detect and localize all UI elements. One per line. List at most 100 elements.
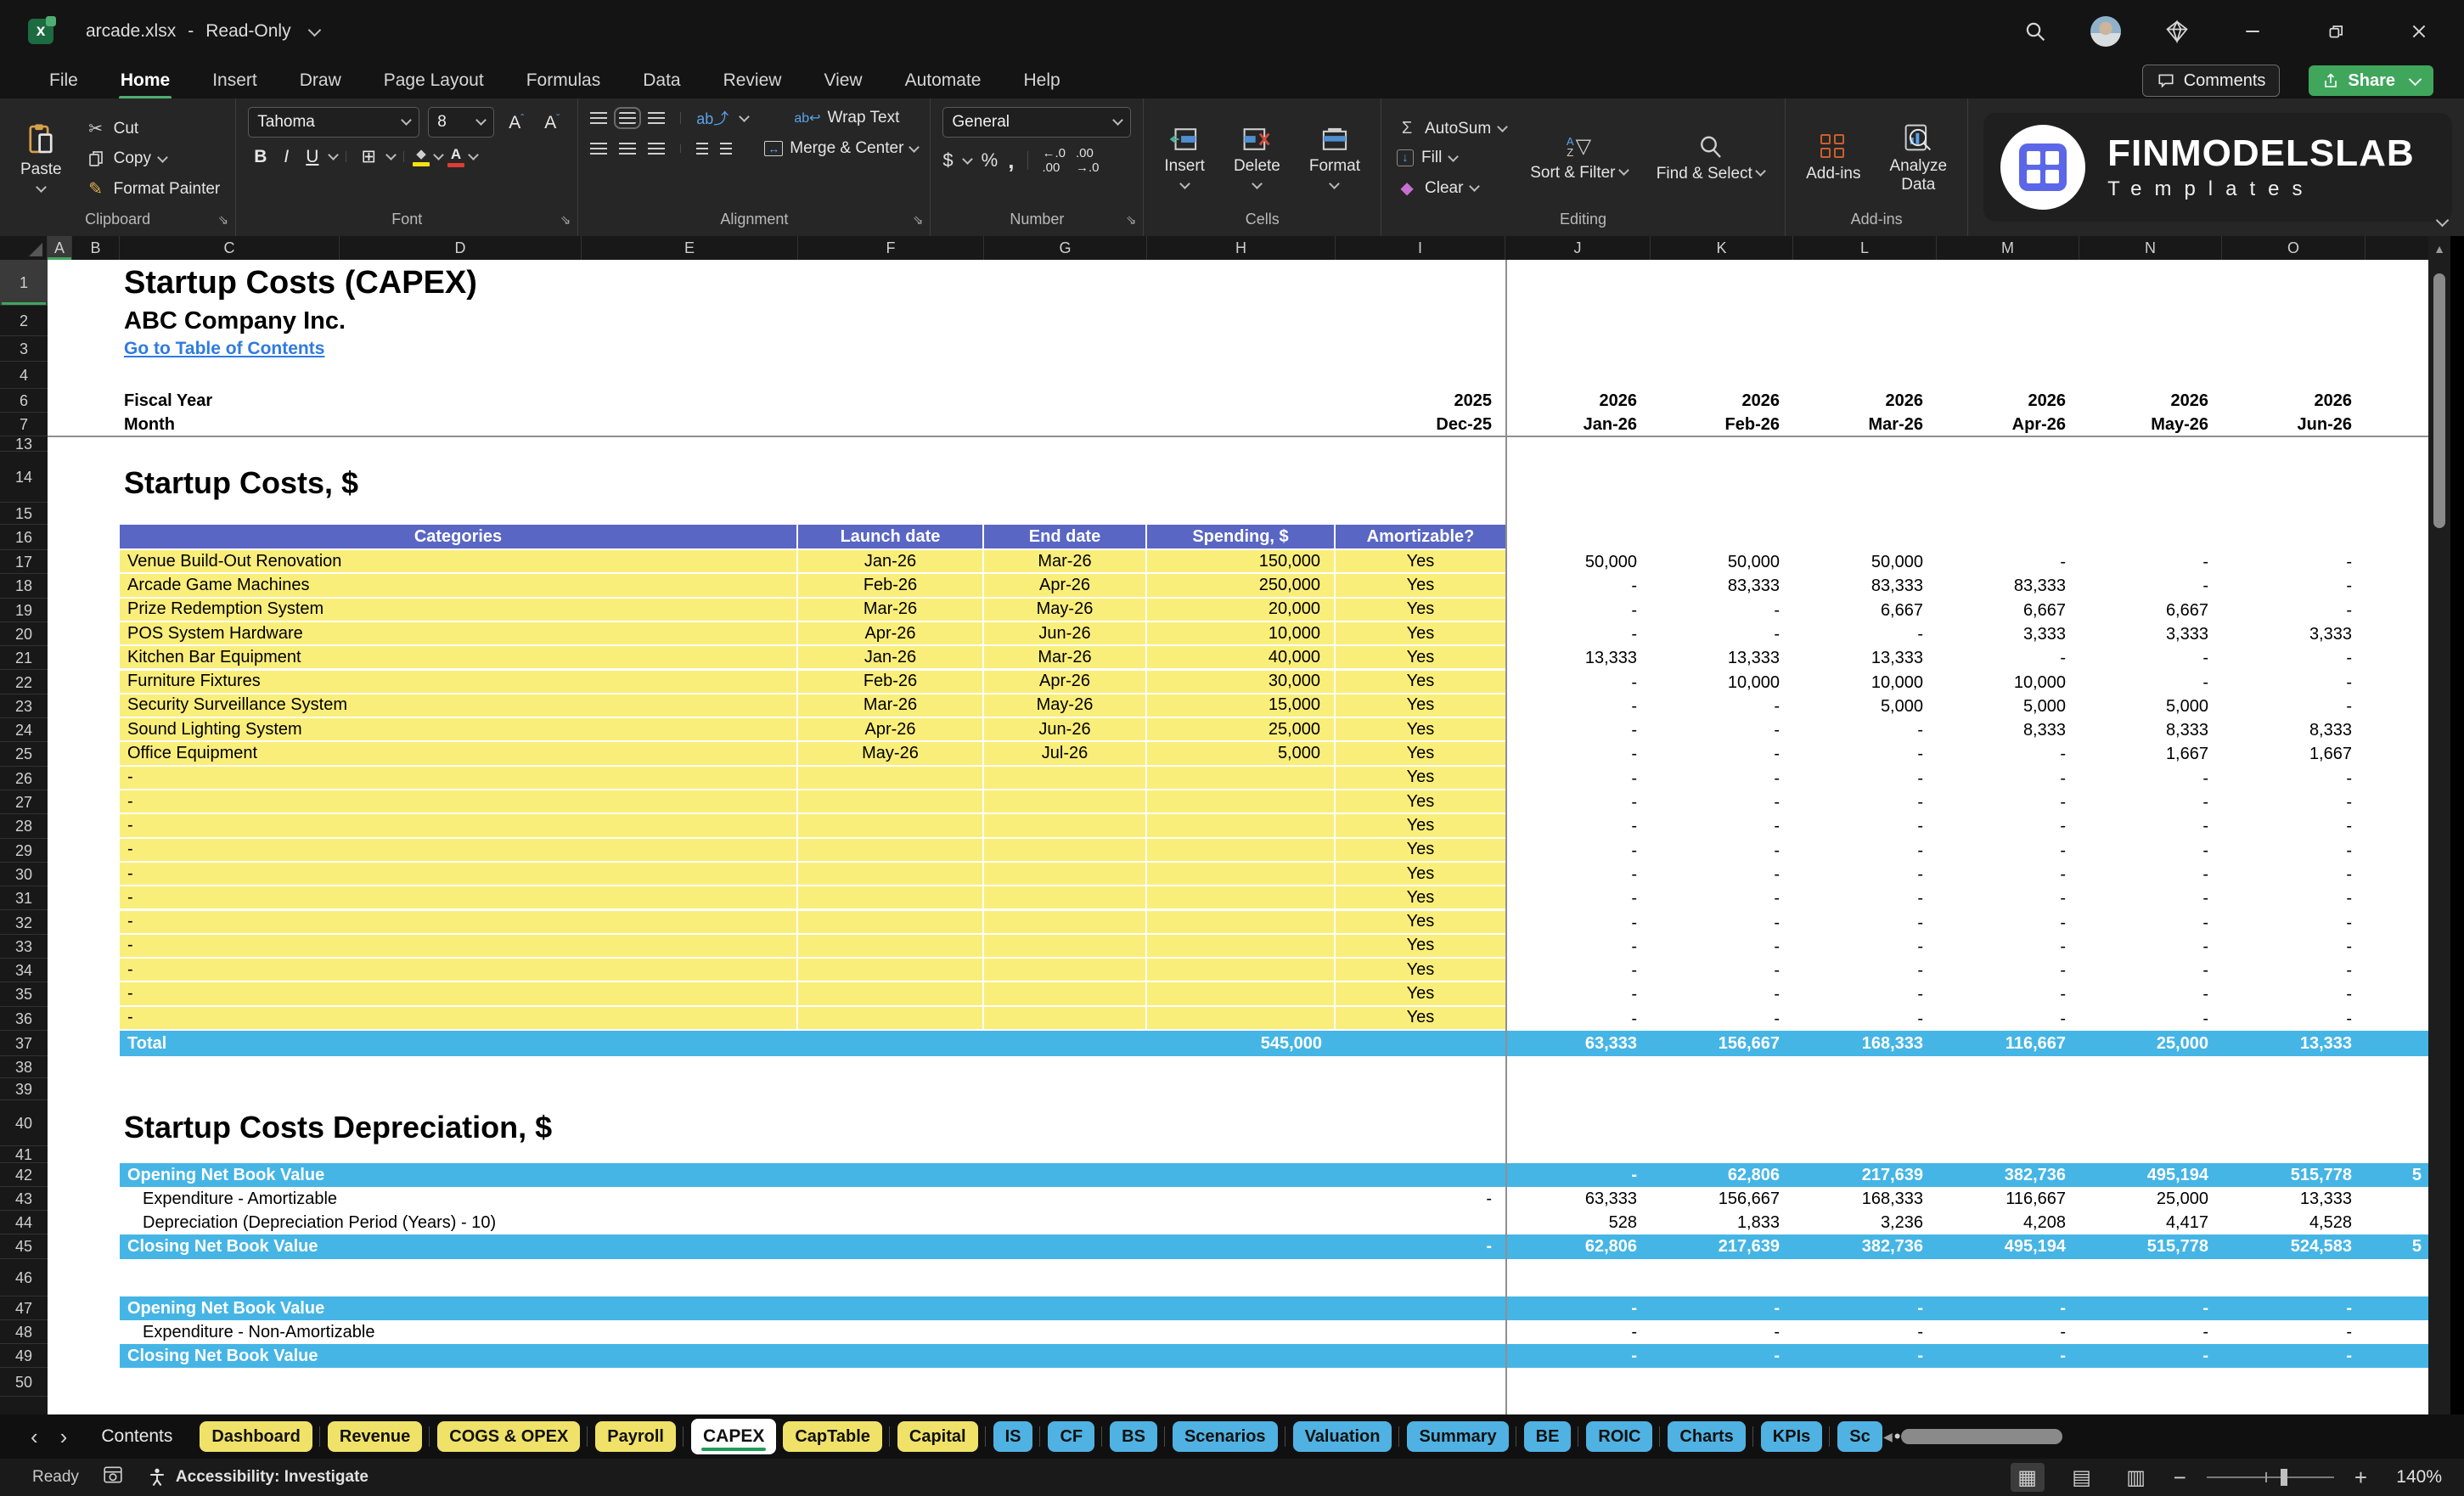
row-header-49[interactable]: 49	[0, 1344, 48, 1368]
monthly-spend-cell[interactable]: -	[1937, 911, 2066, 935]
monthly-spend-cell[interactable]: -	[1505, 574, 1637, 598]
capex-table-cell[interactable]: Prize Redemption System	[120, 599, 798, 622]
normal-view-button[interactable]: ▦	[2011, 1463, 2045, 1492]
section-title-startup-costs[interactable]: Startup Costs, $	[124, 464, 888, 503]
capex-table-cell[interactable]: Yes	[1336, 767, 1505, 790]
capex-table-cell[interactable]	[1147, 959, 1336, 982]
depreciation-value-cell[interactable]: 63,333	[1505, 1187, 1637, 1211]
depreciation-value-cell[interactable]: -	[1937, 1344, 2066, 1368]
row-header-34[interactable]: 34	[0, 959, 48, 982]
monthly-spend-cell[interactable]: 13,333	[1651, 646, 1780, 670]
sheet-tab-dashboard[interactable]: Dashboard	[200, 1421, 312, 1452]
capex-table-cell[interactable]: Sound Lighting System	[120, 718, 798, 742]
row-header-16[interactable]: 16	[0, 525, 48, 550]
page-break-view-button[interactable]: ▥	[2119, 1463, 2153, 1492]
sheet-tab-charts[interactable]: Charts	[1668, 1421, 1745, 1452]
format-cells-button[interactable]: Format	[1301, 123, 1369, 195]
capex-table-cell[interactable]: Yes	[1336, 959, 1505, 982]
month-value[interactable]: Jan-26	[1505, 413, 1637, 436]
capex-table-cell[interactable]: Feb-26	[798, 574, 984, 598]
capex-table-cell[interactable]: Apr-26	[798, 622, 984, 646]
total-monthly-value[interactable]: 156,667	[1651, 1031, 1780, 1056]
row-header-18[interactable]: 18	[0, 574, 48, 598]
capex-table-cell[interactable]: Mar-26	[984, 550, 1147, 574]
capex-table-cell[interactable]: Mar-26	[798, 695, 984, 718]
month-label[interactable]: Month	[124, 413, 464, 436]
capex-table-cell[interactable]: POS System Hardware	[120, 622, 798, 646]
capex-table-cell[interactable]	[984, 935, 1147, 959]
total-spending-value[interactable]: 545,000	[1147, 1031, 1322, 1056]
monthly-spend-cell[interactable]: 5,000	[2079, 695, 2208, 718]
capex-table-cell[interactable]	[984, 814, 1147, 838]
depreciation-value-cell[interactable]: -	[2222, 1344, 2352, 1368]
monthly-spend-cell[interactable]: -	[1651, 695, 1780, 718]
row-header-30[interactable]: 30	[0, 863, 48, 886]
scroll-left-arrow-icon[interactable]: ◀	[1883, 1430, 1893, 1444]
underline-button[interactable]: U	[300, 147, 324, 167]
monthly-spend-cell[interactable]: -	[1651, 935, 1780, 959]
fiscal-year-value[interactable]: 2026	[1937, 389, 2066, 413]
column-header-F[interactable]: F	[798, 236, 984, 260]
depreciation-value-cell[interactable]: 156,667	[1651, 1187, 1780, 1211]
row-header-40[interactable]: 40	[0, 1100, 48, 1146]
capex-table-cell[interactable]: Venue Build-Out Renovation	[120, 550, 798, 574]
monthly-spend-cell[interactable]: 6,667	[1937, 599, 2066, 622]
monthly-spend-cell[interactable]: 83,333	[1793, 574, 1923, 598]
depreciation-value-cell[interactable]: 524,583	[2222, 1234, 2352, 1259]
decrease-decimal-button[interactable]: .00→.0	[1076, 146, 1100, 175]
italic-button[interactable]: I	[278, 147, 295, 167]
column-header-A[interactable]: A	[48, 236, 72, 260]
monthly-spend-cell[interactable]: -	[1937, 550, 2066, 574]
capex-table-cell[interactable]: Security Surveillance System	[120, 695, 798, 718]
close-button[interactable]	[2399, 14, 2439, 48]
monthly-spend-cell[interactable]: -	[1651, 959, 1780, 982]
monthly-spend-cell[interactable]: -	[1937, 959, 2066, 982]
number-dialog-launcher[interactable]: ⇘	[1126, 212, 1137, 228]
monthly-spend-cell[interactable]: -	[2079, 646, 2208, 670]
monthly-spend-cell[interactable]: -	[1793, 814, 1923, 838]
autosum-button[interactable]: ΣAutoSum	[1393, 117, 1510, 140]
depreciation-value-cell[interactable]: -	[1937, 1320, 2066, 1344]
depreciation-value-cell[interactable]: -	[1793, 1320, 1923, 1344]
depreciation-value-cell[interactable]: 1,833	[1651, 1211, 1780, 1234]
monthly-spend-cell[interactable]: -	[1793, 790, 1923, 814]
row-header-1[interactable]: 1	[0, 260, 48, 306]
align-top-icon[interactable]	[590, 112, 607, 124]
capex-table-cell[interactable]: -	[120, 790, 798, 814]
row-header-13[interactable]: 13	[0, 436, 48, 452]
monthly-spend-cell[interactable]: -	[1505, 742, 1637, 766]
depreciation-value-cell[interactable]: -	[1793, 1296, 1923, 1320]
accessibility-status[interactable]: Accessibility: Investigate	[176, 1468, 368, 1487]
monthly-spend-cell[interactable]: -	[1793, 863, 1923, 886]
capex-table-cell[interactable]	[798, 959, 984, 982]
share-button[interactable]: Share	[2309, 65, 2433, 96]
capex-table-cell[interactable]: Yes	[1336, 839, 1505, 863]
monthly-spend-cell[interactable]: -	[2222, 767, 2352, 790]
capex-table-cell[interactable]: Yes	[1336, 550, 1505, 574]
capex-table-cell[interactable]: Office Equipment	[120, 742, 798, 766]
capex-table-cell[interactable]: Feb-26	[798, 671, 984, 695]
sheet-tab-revenue[interactable]: Revenue	[328, 1421, 422, 1452]
sheet-tab-valuation[interactable]: Valuation	[1293, 1421, 1392, 1452]
row-header-46[interactable]: 46	[0, 1259, 48, 1296]
monthly-spend-cell[interactable]: -	[2222, 814, 2352, 838]
monthly-spend-cell[interactable]: -	[1651, 767, 1780, 790]
row-header-32[interactable]: 32	[0, 911, 48, 935]
capex-table-cell[interactable]	[984, 767, 1147, 790]
capex-table-cell[interactable]: Apr-26	[984, 671, 1147, 695]
monthly-spend-cell[interactable]: -	[1937, 982, 2066, 1006]
capex-table-cell[interactable]	[984, 959, 1147, 982]
depreciation-value-cell[interactable]: 4,417	[2079, 1211, 2208, 1234]
page-layout-view-button[interactable]: ▤	[2065, 1463, 2099, 1492]
monthly-spend-cell[interactable]: -	[2079, 982, 2208, 1006]
row-header-4[interactable]: 4	[0, 362, 48, 389]
monthly-spend-cell[interactable]: 83,333	[1651, 574, 1780, 598]
monthly-spend-cell[interactable]: -	[1505, 695, 1637, 718]
depreciation-value-cell[interactable]: -	[2222, 1320, 2352, 1344]
menu-tab-insert[interactable]: Insert	[211, 67, 259, 94]
depreciation-value-cell[interactable]: -	[1505, 1320, 1637, 1344]
menu-tab-automate[interactable]: Automate	[903, 67, 983, 94]
capex-table-cell[interactable]	[798, 886, 984, 910]
monthly-spend-cell[interactable]: -	[1505, 599, 1637, 622]
monthly-spend-cell[interactable]: -	[2222, 863, 2352, 886]
